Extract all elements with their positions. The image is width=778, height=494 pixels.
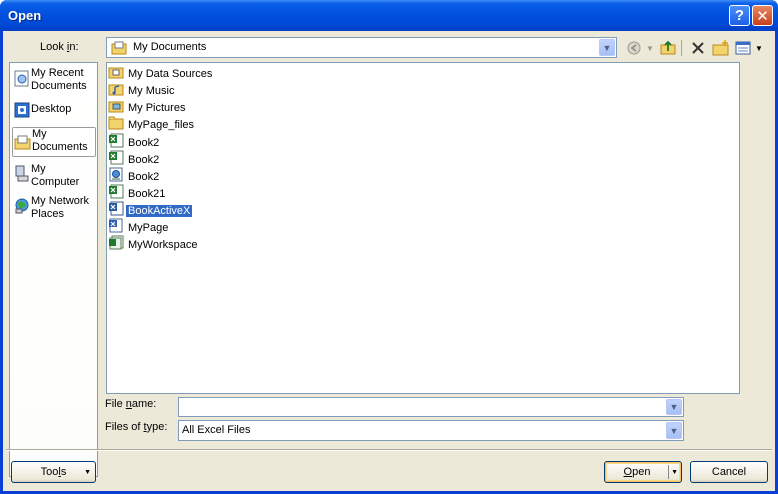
back-icon[interactable] [626, 39, 644, 57]
chevron-down-icon: ▼ [84, 468, 91, 476]
list-item-selected[interactable]: BookActiveX [108, 201, 194, 218]
my-documents-icon [111, 41, 127, 58]
chevron-down-icon[interactable]: ▼ [666, 399, 682, 415]
place-my-recent-documents[interactable]: My Recent Documents [12, 67, 96, 93]
up-one-level-icon[interactable] [659, 39, 677, 57]
place-my-network-places[interactable]: My Network Places [12, 195, 96, 221]
views-icon[interactable] [734, 39, 752, 57]
desktop-icon [14, 102, 30, 122]
back-dropdown-icon[interactable]: ▼ [645, 39, 655, 57]
list-item[interactable]: Book21 [108, 184, 167, 200]
file-type-select[interactable]: All Excel Files ▼ [178, 420, 684, 441]
excel-workspace-icon [108, 235, 124, 255]
my-documents-icon [14, 134, 31, 154]
list-item[interactable]: My Music [108, 82, 176, 98]
tools-button[interactable]: Tools ▼ [11, 461, 96, 483]
open-dialog: Open ? ✕ Look in: My Documents ▼ ▼ ▼ My … [0, 0, 778, 494]
network-places-icon [14, 197, 30, 219]
views-dropdown-icon[interactable]: ▼ [754, 39, 764, 57]
title-bar[interactable]: Open ? ✕ [0, 0, 778, 31]
window-title: Open [8, 8, 42, 23]
close-icon[interactable]: ✕ [752, 5, 773, 26]
look-in-combo[interactable]: My Documents ▼ [106, 37, 617, 58]
list-item[interactable]: Book2 [108, 133, 161, 149]
divider [6, 449, 772, 451]
look-in-label: Look in: [40, 41, 79, 53]
file-list[interactable]: My Data Sources My Music My Pictures MyP… [106, 62, 740, 394]
my-computer-icon [14, 165, 30, 187]
delete-icon[interactable] [689, 39, 707, 57]
file-type-label: Files of type: [105, 421, 168, 433]
split-divider [668, 465, 669, 479]
place-desktop[interactable]: Desktop [12, 102, 96, 118]
recent-documents-icon [14, 69, 30, 91]
list-item[interactable]: Book2 [108, 150, 161, 166]
open-dropdown-icon[interactable]: ▼ [671, 469, 678, 476]
list-item[interactable]: Book2 [108, 167, 161, 183]
list-item[interactable]: MyWorkspace [108, 235, 199, 251]
cancel-button[interactable]: Cancel [690, 461, 768, 483]
list-item[interactable]: My Data Sources [108, 65, 214, 81]
file-name-label: File name: [105, 398, 157, 410]
place-my-documents[interactable]: My Documents [12, 127, 96, 157]
toolbar-divider [681, 40, 682, 56]
chevron-down-icon[interactable]: ▼ [599, 39, 615, 56]
list-item[interactable]: My Pictures [108, 99, 187, 115]
open-button[interactable]: Open ▼ [604, 461, 682, 483]
help-icon[interactable]: ? [729, 5, 750, 26]
dialog-body: Look in: My Documents ▼ ▼ ▼ My Recent Do… [3, 31, 775, 491]
file-name-input[interactable]: ▼ [178, 397, 684, 417]
list-item[interactable]: MyPage_files [108, 116, 196, 132]
chevron-down-icon[interactable]: ▼ [666, 422, 682, 439]
place-my-computer[interactable]: My Computer [12, 163, 96, 189]
list-item[interactable]: MyPage [108, 218, 170, 234]
places-bar: My Recent Documents Desktop My Documents [9, 62, 98, 477]
new-folder-icon[interactable] [712, 39, 730, 57]
look-in-value: My Documents [133, 41, 207, 53]
